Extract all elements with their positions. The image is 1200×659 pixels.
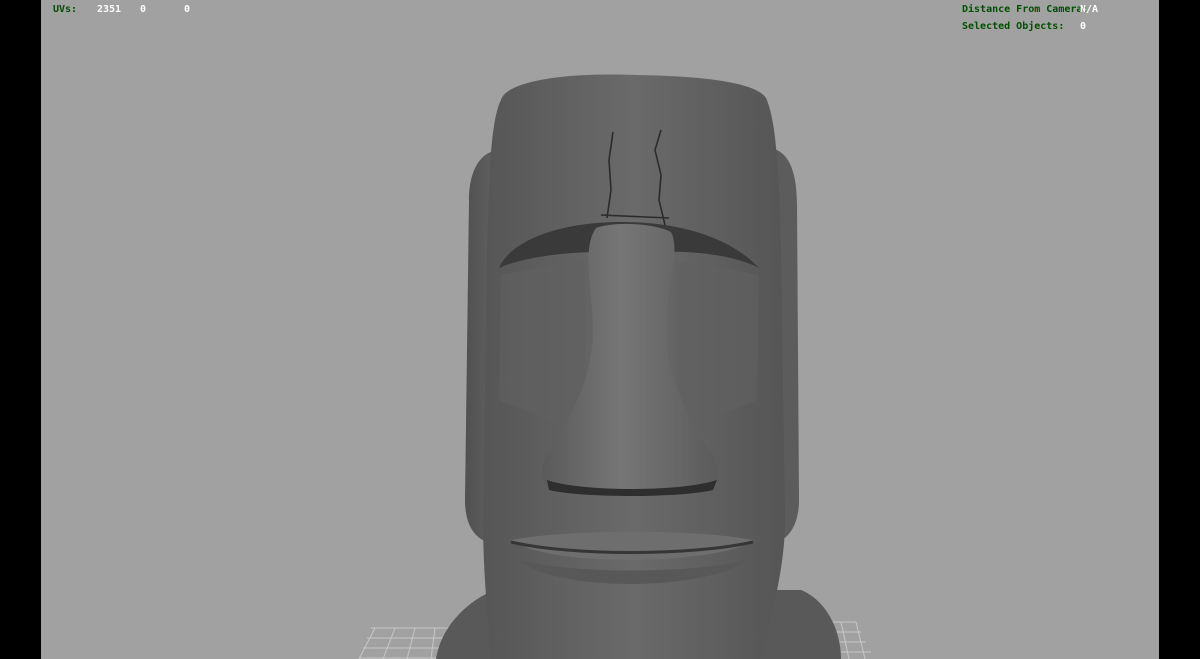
uvs-value: 2351 [97, 4, 122, 15]
selected-objects-label: Selected Objects: [962, 21, 1065, 32]
uvs-selected-value: 0 [140, 4, 147, 15]
distance-from-camera-label: Distance From Camera: [962, 4, 1089, 15]
scene-render[interactable] [41, 0, 1159, 659]
3d-viewport[interactable]: UVs: 2351 0 0 Distance From Camera: N/A … [41, 0, 1159, 659]
distance-from-camera-value: N/A [1080, 4, 1099, 15]
uvs-label: UVs: [53, 4, 78, 15]
selected-objects-value: 0 [1080, 21, 1087, 32]
uvs-triangles-value: 0 [184, 4, 191, 15]
application-window: UVs: 2351 0 0 Distance From Camera: N/A … [0, 0, 1200, 659]
